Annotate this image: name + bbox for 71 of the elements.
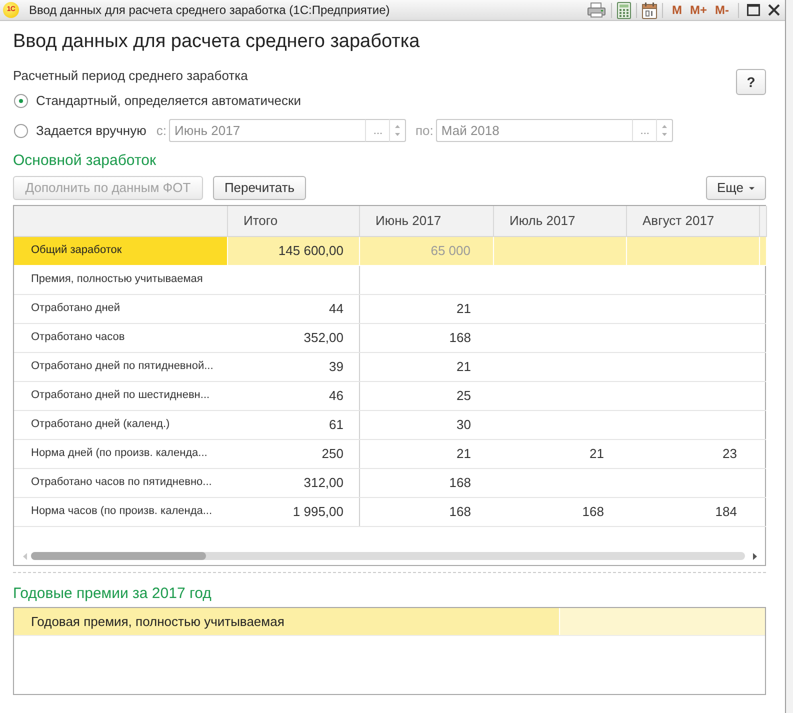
section-title: Основной заработок — [13, 152, 158, 170]
field-label: с: — [156, 122, 166, 140]
radio-button[interactable] — [14, 124, 28, 138]
caret-icon — [749, 186, 755, 190]
help-button[interactable]: ? — [736, 69, 766, 95]
row-label: Отработано часов по пятидневно... — [14, 468, 227, 497]
table-cell: 25 — [359, 381, 493, 410]
row-label: Отработано дней (календ.) — [14, 410, 227, 439]
row-label: Норма дней (по произв. календа... — [14, 439, 227, 468]
row-label: Отработано дней — [14, 294, 227, 323]
calculator-icon[interactable] — [616, 2, 631, 18]
row-label: Общий заработок — [14, 236, 227, 265]
scroll-right-icon[interactable] — [753, 552, 757, 560]
memory-button[interactable]: M — [668, 2, 686, 18]
table-cell: 168 — [359, 323, 493, 352]
table-cell: 23 — [626, 439, 759, 468]
table-cell: 21 — [493, 439, 626, 468]
table-cell: 21 — [359, 294, 493, 323]
form-heading: Ввод данных для расчета среднего заработка — [13, 31, 421, 53]
table-cell: 1 995,00 — [227, 497, 359, 526]
row-label: Отработано часов — [14, 323, 227, 352]
row-label: Премия, полностью учитываемая — [14, 265, 227, 294]
maximize-icon[interactable] — [747, 4, 760, 16]
caret-down-icon — [395, 133, 400, 136]
table-cell: 39 — [227, 352, 359, 381]
table-cell: 61 — [227, 410, 359, 439]
window-title: Ввод данных для расчета среднего заработка (1С:Предприятие) — [29, 2, 390, 19]
close-icon[interactable] — [768, 4, 780, 16]
caret-up-icon — [395, 124, 400, 128]
caret-down-icon — [662, 133, 668, 136]
memory-button[interactable]: M+ — [686, 2, 711, 18]
table-cell: 168 — [493, 497, 626, 526]
table-cell: 44 — [227, 294, 359, 323]
row-label: Отработано дней по шестидневн... — [14, 381, 227, 410]
table-cell: 145 600,00 — [227, 236, 359, 265]
table-cell: 168 — [359, 497, 493, 526]
table-cell: 168 — [359, 468, 493, 497]
row-label: Отработано дней по пятидневной... — [14, 352, 227, 381]
spin-control[interactable] — [656, 119, 674, 142]
option-label[interactable]: Стандартный, определяется автоматически — [36, 91, 301, 111]
table-cell: 250 — [227, 439, 359, 468]
column-header[interactable]: Итого — [227, 206, 359, 236]
table-cell: 184 — [626, 497, 759, 526]
total-row[interactable]: Общий заработок 145 600,00 65 000 — [14, 236, 766, 265]
horizontal-scrollbar[interactable] — [31, 552, 745, 560]
memory-button[interactable]: M- — [711, 2, 733, 18]
table-cell: 30 — [359, 410, 493, 439]
option-label[interactable]: Задается вручную — [36, 120, 146, 140]
spin-control[interactable] — [389, 119, 406, 142]
table-cell: 352,00 — [227, 323, 359, 352]
field-label: по: — [415, 122, 434, 140]
bonus-row[interactable]: Годовая премия, полностью учитываемая — [14, 608, 765, 636]
calendar-icon[interactable] — [642, 2, 657, 18]
table-cell: 312,00 — [227, 468, 359, 497]
column-header[interactable]: Июль 2017 — [493, 206, 626, 236]
column-header[interactable]: Август 2017 — [626, 206, 759, 236]
group-label: Расчетный период среднего заработка — [13, 68, 249, 84]
caret-up-icon — [662, 124, 668, 128]
radio-button[interactable] — [14, 94, 28, 108]
scrollbar-thumb[interactable] — [31, 552, 206, 560]
table-cell: 21 — [359, 439, 493, 468]
more-button[interactable]: Еще — [706, 176, 766, 200]
table-cell: 21 — [359, 352, 493, 381]
table-cell: 65 000 — [359, 236, 493, 265]
row-label: Годовая премия, полностью учитываемая — [14, 608, 560, 635]
toolbar-button[interactable]: Перечитать — [213, 176, 306, 200]
print-icon[interactable] — [586, 2, 606, 18]
column-header[interactable]: Июнь 2017 — [359, 206, 493, 236]
section-title: Годовые премии за 2017 год — [13, 585, 212, 603]
row-label: Норма часов (по произв. календа... — [14, 497, 227, 526]
table-cell: 46 — [227, 381, 359, 410]
